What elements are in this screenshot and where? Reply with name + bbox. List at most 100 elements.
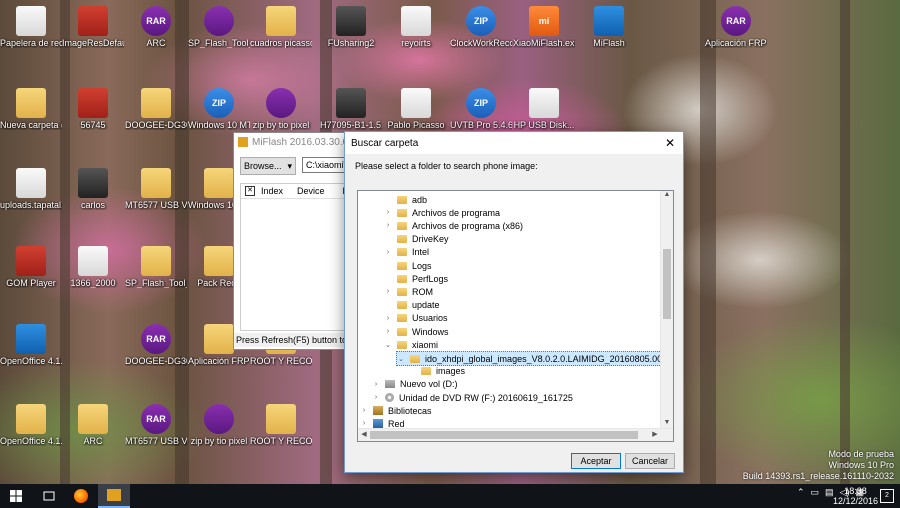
browse-label: Browse... bbox=[244, 161, 282, 171]
dialog-titlebar[interactable]: Buscar carpeta ✕ bbox=[345, 132, 683, 154]
scroll-up-icon[interactable]: ▲ bbox=[661, 191, 673, 201]
desktop-icon[interactable]: ZIP ClockWorkReco... bbox=[450, 6, 512, 48]
miflash-taskbar-button[interactable] bbox=[98, 484, 130, 508]
tree-item[interactable]: adb bbox=[384, 193, 427, 206]
expander-icon[interactable]: › bbox=[384, 328, 392, 335]
desktop-icon[interactable]: DOOGEE-DG300 bbox=[125, 88, 187, 130]
desktop-icon[interactable]: 1366_2000 bbox=[62, 246, 124, 288]
desktop-icon[interactable]: RAR DOOGEE-DG300 bbox=[125, 324, 187, 366]
desktop-icon[interactable]: mi XiaoMiFlash.exe bbox=[513, 6, 575, 48]
desktop-icon-label: reyoirts bbox=[401, 38, 431, 48]
cancel-button[interactable]: Cancelar bbox=[625, 453, 675, 469]
browse-button[interactable]: Browse... ▾ bbox=[240, 157, 296, 175]
column-device[interactable]: Device bbox=[283, 186, 325, 196]
chevron-up-icon[interactable]: ⌃ bbox=[797, 487, 805, 498]
desktop-icon[interactable]: Nueva carpeta (3) bbox=[0, 88, 62, 130]
expander-icon[interactable]: › bbox=[384, 249, 392, 256]
vertical-scrollbar[interactable]: ▲ ▼ bbox=[660, 191, 673, 429]
close-icon[interactable]: ✕ bbox=[663, 136, 677, 150]
start-button[interactable] bbox=[0, 484, 32, 508]
desktop-icon[interactable]: HP USB Disk... bbox=[513, 88, 575, 130]
folder-icon bbox=[204, 324, 234, 354]
scroll-left-icon[interactable]: ◀ bbox=[358, 429, 370, 441]
tree-item[interactable]: › Nuevo vol (D:) bbox=[372, 378, 458, 391]
desktop-icon[interactable]: Pablo Picasso bbox=[385, 88, 447, 130]
expander-icon[interactable]: ⌄ bbox=[397, 355, 405, 363]
vertical-scroll-thumb[interactable] bbox=[663, 249, 671, 319]
expander-icon[interactable]: ⌄ bbox=[384, 341, 392, 349]
desktop-icon[interactable]: GOM Player bbox=[0, 246, 62, 288]
desktop-icon[interactable]: MiFlash bbox=[578, 6, 640, 48]
tree-item[interactable]: › Archivos de programa (x86) bbox=[384, 219, 523, 232]
expander-icon[interactable]: › bbox=[372, 381, 380, 388]
desktop-icon[interactable]: SP_Flash_Tool_v5... bbox=[125, 246, 187, 288]
blue-icon bbox=[594, 6, 624, 36]
desktop-icon[interactable]: reyoirts bbox=[385, 6, 447, 48]
desktop-icon[interactable]: MT6577 USB VCOM drivers bbox=[125, 168, 187, 210]
desktop-icon[interactable]: SP_Flash_Tool_v5... bbox=[188, 6, 250, 48]
desktop-icon[interactable]: H77095-B1-1.5... bbox=[320, 88, 382, 130]
doc-icon bbox=[401, 88, 431, 118]
tree-item[interactable]: PerfLogs bbox=[384, 272, 448, 285]
tree-item[interactable]: › Usuarios bbox=[384, 312, 448, 325]
select-all-checkbox[interactable]: ✕ bbox=[245, 186, 255, 196]
tree-item[interactable]: › Windows bbox=[384, 325, 449, 338]
desktop-icon-label: DOOGEE-DG300 bbox=[125, 356, 187, 366]
miflash-app-icon bbox=[238, 137, 248, 147]
folder-tree[interactable]: adb › Archivos de programa › Archivos de pro… bbox=[357, 190, 674, 442]
horizontal-scrollbar[interactable]: ◀ ▶ bbox=[358, 428, 673, 441]
chevron-down-icon: ▾ bbox=[287, 160, 292, 171]
desktop-icon[interactable]: RAR Aplicación FRP REMOVE bbox=[705, 6, 767, 48]
desktop-icon-label: FUsharing2 bbox=[327, 38, 375, 48]
desktop-icon[interactable]: RAR MT6577 USB VCOM drivers bbox=[125, 404, 187, 446]
desktop-icon[interactable]: zip by tio pixel bbox=[250, 88, 312, 130]
expander-icon[interactable]: › bbox=[384, 288, 392, 295]
battery-icon[interactable]: ▭ bbox=[811, 487, 820, 498]
desktop-icon[interactable]: RAR ARC bbox=[125, 6, 187, 48]
expander-icon[interactable]: › bbox=[384, 315, 392, 322]
tree-item-label: Unidad de DVD RW (F:) 20160619_161725 bbox=[399, 392, 573, 403]
tree-item[interactable]: DriveKey bbox=[384, 233, 449, 246]
desktop-icon[interactable]: ROOT Y RECOVE... bbox=[250, 404, 312, 446]
expander-icon[interactable]: › bbox=[372, 394, 380, 401]
desktop-icon[interactable]: carlos bbox=[62, 168, 124, 210]
desktop-icon[interactable]: FUsharing2 bbox=[320, 6, 382, 48]
clock[interactable]: 18:38 12/12/2016 bbox=[833, 486, 878, 506]
action-center-icon[interactable]: 2 bbox=[880, 489, 894, 503]
browse-folder-dialog[interactable]: Buscar carpeta ✕ Please select a folder … bbox=[344, 131, 684, 473]
column-index[interactable]: Index bbox=[255, 186, 283, 196]
expander-icon[interactable]: › bbox=[360, 407, 368, 414]
desktop-icon[interactable]: Papelera de reciclaje bbox=[0, 6, 62, 48]
tree-item[interactable]: › Unidad de DVD RW (F:) 20160619_161725 bbox=[372, 391, 573, 404]
folder-icon bbox=[397, 221, 407, 230]
tree-item[interactable]: update bbox=[384, 299, 440, 312]
expander-icon[interactable]: › bbox=[360, 420, 368, 427]
desktop-icon[interactable]: ZIP Windows 10 MTK VCOM USB D... bbox=[188, 88, 250, 130]
horizontal-scroll-thumb[interactable] bbox=[370, 431, 638, 439]
tree-item[interactable]: › Intel bbox=[384, 246, 429, 259]
desktop-icon-label: uploads.tapatal... bbox=[0, 200, 62, 210]
tree-item[interactable]: › Bibliotecas bbox=[360, 404, 432, 417]
expander-icon[interactable]: › bbox=[384, 222, 392, 229]
desktop-icon[interactable]: cuadros picasso bbox=[250, 6, 312, 48]
desktop-icon[interactable]: OpenOffice 4.1.2 bbox=[0, 324, 62, 366]
desktop-icon[interactable]: ImageResDefault bbox=[62, 6, 124, 48]
desktop-icon[interactable]: zip by tio pixel bbox=[188, 404, 250, 446]
scroll-right-icon[interactable]: ▶ bbox=[649, 429, 661, 441]
desktop-icon[interactable]: uploads.tapatal... bbox=[0, 168, 62, 210]
tree-item-label: images bbox=[436, 366, 466, 377]
desktop-icon[interactable]: ZIP UVTB Pro 5.4.6 bbox=[450, 88, 512, 130]
tree-item[interactable]: ⌄ xiaomi bbox=[384, 338, 438, 351]
desktop-icon[interactable]: 56745 bbox=[62, 88, 124, 130]
tree-item[interactable]: images bbox=[408, 365, 465, 378]
desktop-icon[interactable]: OpenOffice 4.1.2 (es) installatio... bbox=[0, 404, 62, 446]
tree-item[interactable]: › Archivos de programa bbox=[384, 206, 500, 219]
tree-item[interactable]: › ROM bbox=[384, 285, 433, 298]
tree-item-label: Windows bbox=[412, 326, 449, 337]
task-view-button[interactable] bbox=[34, 484, 64, 508]
tree-item[interactable]: Logs bbox=[384, 259, 432, 272]
accept-button[interactable]: Aceptar bbox=[571, 453, 621, 469]
firefox-taskbar-button[interactable] bbox=[66, 484, 96, 508]
desktop-icon[interactable]: ARC bbox=[62, 404, 124, 446]
expander-icon[interactable]: › bbox=[384, 209, 392, 216]
